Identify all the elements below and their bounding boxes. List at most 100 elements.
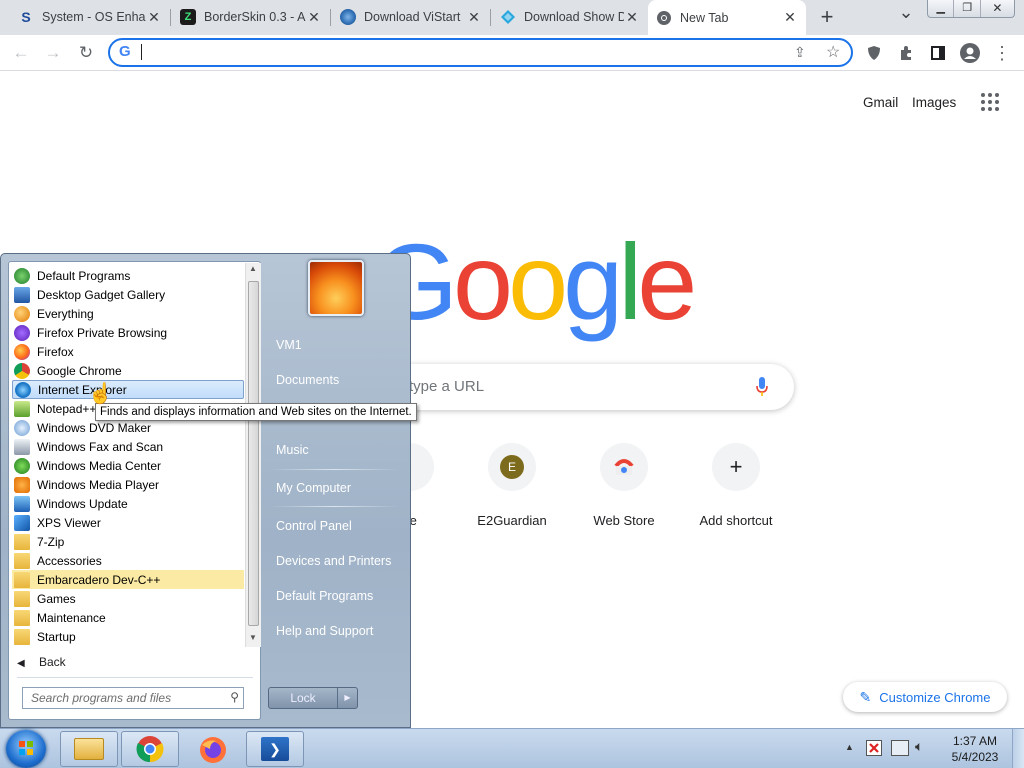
back-arrow-icon[interactable]: ←	[9, 41, 33, 65]
download-icon	[500, 9, 516, 25]
gmail-link[interactable]: Gmail	[863, 95, 898, 110]
tab-search-icon[interactable]: ⌄	[896, 2, 916, 28]
program-item[interactable]: Google Chrome	[12, 361, 244, 380]
ublock-shield-icon[interactable]	[862, 41, 886, 65]
program-item[interactable]: Desktop Gadget Gallery	[12, 285, 244, 304]
program-item[interactable]: Windows Media Player	[12, 475, 244, 494]
close-icon[interactable]: ✕	[782, 9, 798, 26]
restore-icon[interactable]: ❐	[953, 0, 979, 17]
powershell-icon: ❯	[261, 737, 289, 761]
start-right-item[interactable]: My Computer	[276, 481, 351, 495]
shortcut-web-store[interactable]: Web Store	[574, 443, 674, 528]
program-item[interactable]: Firefox	[12, 342, 244, 361]
images-link[interactable]: Images	[912, 95, 956, 110]
start-right-item[interactable]: VM1	[276, 338, 302, 352]
action-center-flag-icon[interactable]	[866, 740, 882, 756]
e2guardian-initial-icon: E	[500, 455, 524, 479]
system-clock[interactable]: 1:37 AM 5/4/2023	[946, 733, 1004, 765]
shortcut-e2guardian[interactable]: E E2Guardian	[462, 443, 562, 528]
reload-icon[interactable]: ↻	[74, 41, 98, 65]
start-right-item[interactable]: Control Panel	[276, 519, 352, 533]
chrome-taskbar-button[interactable]	[121, 731, 179, 767]
tab-new-tab[interactable]: New Tab ✕	[648, 0, 806, 35]
window-close-icon[interactable]: ✕	[979, 0, 1014, 17]
tab-strip: S System - OS Enhancement ✕ Z BorderSkin…	[0, 0, 1024, 35]
program-item[interactable]: Internet Explorer	[12, 380, 244, 399]
bookmark-star-icon[interactable]: ☆	[826, 42, 840, 62]
tab-vistart[interactable]: Download ViStart ✕	[332, 0, 490, 34]
program-label: Windows Media Center	[37, 458, 162, 473]
program-item[interactable]: Default Programs	[12, 266, 244, 285]
program-item[interactable]: Accessories	[12, 551, 244, 570]
new-tab-icon[interactable]: +	[816, 4, 838, 30]
profile-avatar-icon[interactable]	[958, 41, 982, 65]
start-orb-icon[interactable]	[6, 730, 46, 768]
scrollbar-thumb[interactable]	[248, 281, 259, 626]
start-right-item[interactable]: Documents	[276, 373, 339, 387]
start-right-item[interactable]: Music	[276, 443, 309, 457]
tab-title: Download Show D	[524, 10, 624, 24]
tab-system[interactable]: S System - OS Enhancement ✕	[10, 0, 170, 34]
scroll-up-icon[interactable]: ▲	[249, 264, 257, 273]
program-item[interactable]: XPS Viewer	[12, 513, 244, 532]
close-icon[interactable]: ✕	[306, 9, 322, 26]
add-shortcut-button[interactable]: + Add shortcut	[686, 443, 786, 528]
start-right-item[interactable]: Help and Support	[276, 624, 373, 638]
scroll-down-icon[interactable]: ▼	[249, 633, 257, 642]
shortcut-icon	[600, 443, 648, 491]
folder-icon	[14, 609, 30, 626]
chrome-menu-icon[interactable]: ⋮	[990, 41, 1014, 65]
search-icon[interactable]: ⚲	[230, 690, 239, 704]
lock-button[interactable]: Lock ▶	[268, 687, 358, 709]
tab-show-desktop[interactable]: Download Show D ✕	[492, 0, 648, 34]
firefox-icon	[200, 737, 226, 763]
tab-borderskin[interactable]: Z BorderSkin 0.3 - A ✕	[172, 0, 330, 34]
google-search-box[interactable]: type a URL	[360, 364, 794, 410]
start-search-input[interactable]: Search programs and files ⚲	[22, 687, 244, 709]
fax-icon	[14, 438, 30, 455]
google-g-icon: G	[119, 43, 131, 60]
show-hidden-icons-icon[interactable]: ▲	[845, 742, 854, 752]
program-label: Games	[37, 591, 76, 606]
folder-icon	[14, 533, 30, 550]
program-item[interactable]: Games	[12, 589, 244, 608]
shutdown-options-arrow-icon[interactable]: ▶	[337, 688, 357, 708]
close-icon[interactable]: ✕	[624, 9, 640, 26]
program-list-scrollbar[interactable]: ▲ ▼	[245, 263, 261, 647]
address-bar[interactable]: G ⇪ ☆	[108, 38, 853, 67]
program-item[interactable]: Windows Media Center	[12, 456, 244, 475]
program-item[interactable]: Startup	[12, 627, 244, 646]
powershell-taskbar-button[interactable]: ❯	[246, 731, 304, 767]
program-item[interactable]: Windows Fax and Scan	[12, 437, 244, 456]
close-icon[interactable]: ✕	[466, 9, 482, 26]
share-icon[interactable]: ⇪	[794, 44, 806, 61]
logo-letter: e	[637, 221, 697, 342]
voice-search-icon[interactable]	[756, 377, 768, 400]
start-right-item[interactable]: Default Programs	[276, 589, 373, 603]
forward-arrow-icon[interactable]: →	[41, 41, 65, 65]
program-item[interactable]: Everything	[12, 304, 244, 323]
program-item[interactable]: Windows Update	[12, 494, 244, 513]
extensions-puzzle-icon[interactable]	[894, 41, 918, 65]
divider	[269, 506, 399, 507]
volume-icon[interactable]: 🔈︎	[915, 738, 923, 755]
close-icon[interactable]: ✕	[146, 9, 162, 26]
user-picture-icon[interactable]	[308, 260, 364, 316]
customize-chrome-button[interactable]: ✎ Customize Chrome	[843, 682, 1007, 712]
start-right-item[interactable]: Devices and Printers	[276, 554, 391, 568]
program-item[interactable]: 7-Zip	[12, 532, 244, 551]
side-panel-icon[interactable]	[926, 41, 950, 65]
program-label: Internet Explorer	[38, 382, 127, 397]
minimize-icon[interactable]: ▁	[928, 0, 953, 17]
program-item[interactable]: Maintenance	[12, 608, 244, 627]
firefox-icon	[14, 343, 30, 360]
network-icon[interactable]	[891, 740, 909, 756]
explorer-taskbar-button[interactable]	[60, 731, 118, 767]
show-desktop-button[interactable]	[1012, 729, 1024, 768]
back-button[interactable]: ◀ Back	[17, 655, 66, 669]
start-menu: Default Programs Desktop Gadget Gallery Ev…	[0, 253, 411, 728]
program-item[interactable]: Embarcadero Dev-C++	[12, 570, 244, 589]
program-item[interactable]: Firefox Private Browsing	[12, 323, 244, 342]
firefox-taskbar-button[interactable]	[198, 735, 228, 765]
google-apps-icon[interactable]	[980, 92, 1000, 112]
